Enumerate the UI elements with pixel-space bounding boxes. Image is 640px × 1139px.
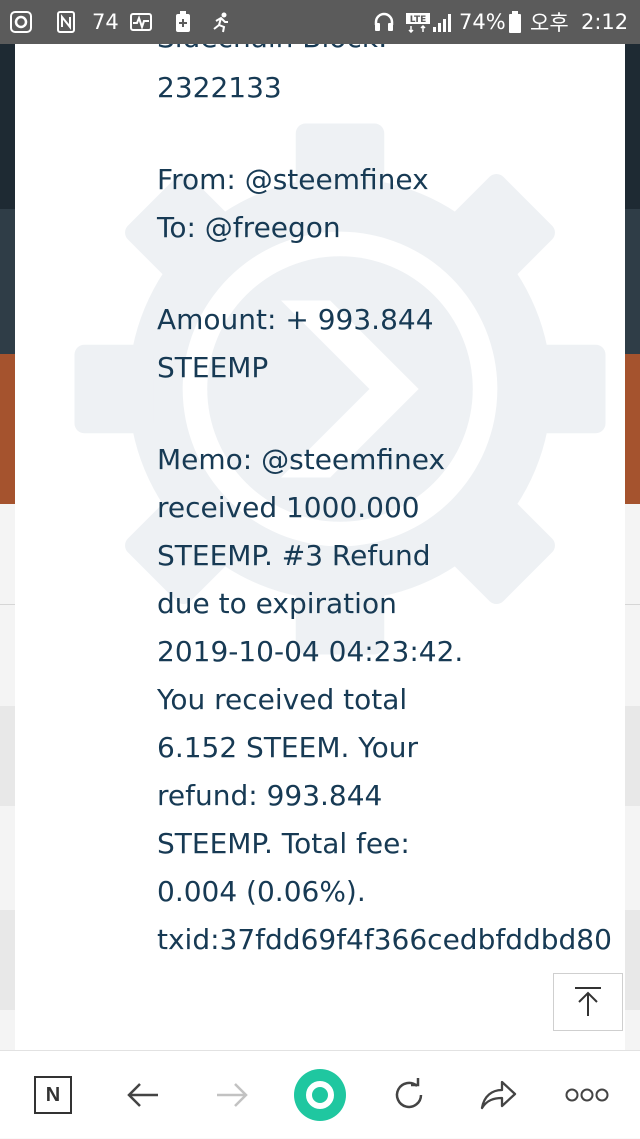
more-button[interactable] bbox=[547, 1051, 627, 1139]
n-app-icon bbox=[55, 0, 77, 44]
headset-icon bbox=[373, 0, 395, 44]
status-bar: 74 LTE 74% 오후 2:12 bbox=[0, 0, 640, 44]
share-icon bbox=[480, 1080, 517, 1110]
memo-line: refund: 993.844 bbox=[157, 779, 383, 812]
signal-icon bbox=[432, 0, 456, 44]
battery-percent: 74% bbox=[459, 10, 506, 34]
reload-icon bbox=[395, 1078, 423, 1109]
reload-button[interactable] bbox=[369, 1051, 449, 1139]
to-line: To: @freegon bbox=[157, 211, 341, 244]
green-circle-icon bbox=[294, 1069, 346, 1121]
arrow-up-to-top-icon bbox=[575, 987, 601, 1016]
memo-line: 0.004 (0.06%). bbox=[157, 875, 366, 908]
back-button[interactable] bbox=[103, 1051, 183, 1139]
txid-line: txid:37fdd69f4f366cedbfddbd80 bbox=[157, 923, 612, 956]
forward-button[interactable] bbox=[192, 1051, 272, 1139]
memo-line: due to expiration bbox=[157, 587, 397, 620]
block-number: 2322133 bbox=[157, 71, 282, 104]
share-button[interactable] bbox=[458, 1051, 538, 1139]
amount-currency: STEEMP bbox=[157, 351, 269, 384]
memo-line: Memo: @steemfinex bbox=[157, 443, 446, 476]
pulse-icon bbox=[130, 0, 152, 44]
lte-icon: LTE bbox=[405, 0, 431, 44]
memo-line: STEEMP. Total fee: bbox=[157, 827, 410, 860]
time-period: 오후 bbox=[530, 11, 569, 35]
amount-line: Amount: + 993.844 bbox=[157, 303, 434, 336]
forward-arrow-icon bbox=[217, 1083, 248, 1107]
browser-nav-bar: N bbox=[0, 1050, 640, 1138]
memo-text-block: Sidechain Block: 2322133 From: @steemfin… bbox=[157, 44, 625, 964]
scroll-to-top-button[interactable] bbox=[553, 973, 623, 1031]
battery-plus-icon bbox=[172, 0, 194, 44]
more-dots-icon bbox=[565, 1088, 609, 1102]
memo-line: STEEMP. #3 Refund bbox=[157, 539, 431, 572]
battery-icon bbox=[508, 0, 522, 44]
green-dot-button[interactable] bbox=[280, 1051, 360, 1139]
from-line: From: @steemfinex bbox=[157, 163, 429, 196]
memo-line: You received total bbox=[157, 683, 408, 716]
back-arrow-icon bbox=[127, 1083, 158, 1107]
notification-count: 74 bbox=[92, 10, 119, 34]
running-icon bbox=[210, 0, 232, 44]
memo-line: 2019-10-04 04:23:42. bbox=[157, 635, 464, 668]
svg-text:LTE: LTE bbox=[410, 15, 427, 25]
memo-line: 6.152 STEEM. Your bbox=[157, 731, 419, 764]
transaction-memo-card: Sidechain Block: 2322133 From: @steemfin… bbox=[15, 44, 625, 1050]
memo-line: received 1000.000 bbox=[157, 491, 420, 524]
sidechain-block-label: Sidechain Block: bbox=[157, 44, 387, 62]
settings-ring-icon bbox=[10, 0, 32, 44]
clock-time: 2:12 bbox=[581, 10, 629, 34]
home-button[interactable]: N bbox=[13, 1051, 93, 1139]
n-home-icon: N bbox=[34, 1076, 72, 1114]
